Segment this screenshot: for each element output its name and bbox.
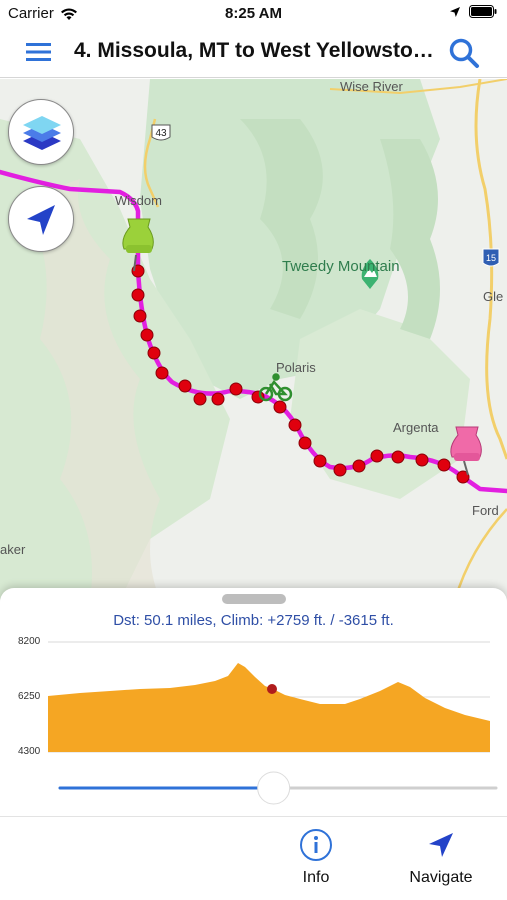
location-arrow-icon — [27, 205, 55, 235]
waypoint-marker — [211, 392, 225, 406]
waypoint-marker — [333, 463, 347, 477]
tab-info[interactable]: Info — [266, 827, 366, 887]
search-icon — [449, 38, 479, 68]
clock: 8:25 AM — [225, 5, 282, 22]
map-canvas[interactable]: 43 15 — [0, 79, 507, 600]
waypoint-marker — [391, 450, 405, 464]
battery-icon — [469, 5, 497, 18]
route-15-shield: 15 — [482, 248, 500, 267]
tab-navigate[interactable]: Navigate — [391, 827, 491, 887]
map-label-argenta: Argenta — [393, 420, 439, 435]
slider-thumb — [257, 771, 291, 805]
bottom-tab-bar: Info Navigate — [0, 816, 507, 900]
route-15-label: 15 — [486, 253, 496, 263]
map-label-polaris: Polaris — [276, 360, 316, 375]
slider-track — [58, 771, 498, 805]
waypoint-marker — [131, 288, 145, 302]
route-stats: Dst: 50.1 miles, Climb: +2759 ft. / -361… — [113, 612, 394, 629]
route-43-label: 43 — [155, 128, 167, 139]
tab-navigate-label: Navigate — [409, 869, 473, 886]
waypoint-marker — [133, 309, 147, 323]
waypoint-marker — [437, 458, 451, 472]
waypoint-marker — [147, 346, 161, 360]
map-label-glen: Gle — [483, 289, 504, 304]
waypoint-marker — [415, 453, 429, 467]
position-slider[interactable] — [58, 768, 498, 808]
current-position-marker — [267, 684, 277, 694]
hamburger-menu-icon — [26, 43, 51, 61]
waypoint-marker — [229, 382, 243, 396]
status-right-group — [449, 5, 497, 18]
map-label-wise-river: Wise River — [340, 79, 403, 94]
waypoint-marker — [193, 392, 207, 406]
waypoint-marker — [313, 454, 327, 468]
hamburger-menu-button[interactable] — [24, 40, 54, 64]
navigate-arrow-icon — [429, 833, 453, 857]
map-view[interactable]: 43 15 Wise River Wisdom Tweedy Mountain … — [0, 79, 507, 600]
status-bar: Carrier 8:25 AM — [0, 0, 507, 28]
map-label-wisdom: Wisdom — [115, 193, 162, 208]
map-label-ford: Ford — [472, 503, 499, 518]
page-title: 4. Missoula, MT to West Yellowstone — [74, 39, 434, 62]
map-label-baker: aker — [0, 542, 26, 557]
search-button[interactable] — [447, 36, 481, 70]
location-services-icon — [450, 6, 460, 17]
highway-road — [474, 79, 507, 460]
waypoint-marker — [273, 400, 287, 414]
info-icon — [300, 829, 332, 861]
sheet-drag-handle[interactable] — [222, 594, 286, 604]
elevation-area — [48, 663, 490, 752]
waypoint-marker — [370, 449, 384, 463]
elevation-profile: 8200 6250 4300 — [0, 632, 507, 762]
bottom-sheet: Dst: 50.1 miles, Climb: +2759 ft. / -361… — [0, 588, 507, 900]
waypoint-marker — [288, 418, 302, 432]
map-layers-button[interactable] — [8, 99, 74, 165]
navigation-bar: 4. Missoula, MT to West Yellowstone — [0, 28, 507, 78]
waypoint-marker — [298, 436, 312, 450]
waypoint-marker — [178, 379, 192, 393]
waypoint-marker — [140, 328, 154, 342]
tab-info-label: Info — [302, 869, 330, 886]
elevation-chart — [48, 641, 490, 753]
waypoint-marker — [352, 459, 366, 473]
waypoint-marker — [155, 366, 169, 380]
route-43-shield: 43 — [151, 124, 171, 141]
map-label-tweedy-mountain: Tweedy Mountain — [282, 257, 400, 276]
highway-road — [453, 508, 507, 600]
layers-icon — [23, 116, 61, 150]
tweedy-mountain-text: Tweedy Mountain — [282, 258, 400, 275]
locate-me-button[interactable] — [8, 186, 74, 252]
